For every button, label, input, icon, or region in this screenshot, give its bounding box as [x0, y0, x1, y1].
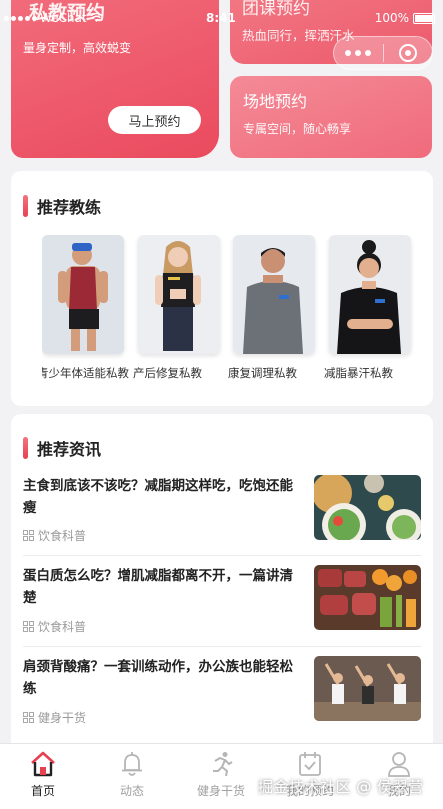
news-item[interactable]: 蛋白质怎么吃？增肌减脂都离不开，一篇讲清楚 饮食科普 — [23, 565, 421, 637]
tab-home[interactable]: 首页 — [3, 750, 83, 799]
status-bar: WeChat 8:41 100% — [0, 0, 443, 36]
section-accent-bar — [23, 195, 28, 217]
status-time: 8:41 — [206, 11, 236, 25]
coach-photo — [42, 235, 124, 354]
coach-name: 康复调理私教 — [228, 366, 297, 380]
calendar-check-icon — [299, 752, 321, 776]
battery-percent: 100% — [374, 11, 409, 25]
section-accent-bar — [23, 437, 28, 459]
runner-icon — [213, 752, 233, 777]
news-tag-label: 健身干货 — [38, 711, 87, 725]
battery: 100% — [375, 11, 435, 25]
coach-card[interactable]: 康复调理私教 — [228, 235, 315, 380]
coach-photo — [329, 235, 411, 354]
coach-name: 减脂暴汗私教 — [324, 366, 393, 380]
coach-card[interactable]: 减脂暴汗私教 — [324, 235, 411, 380]
watermark: 掘金技术社区 @ 侯翠营 — [258, 778, 424, 796]
category-icon — [23, 712, 34, 723]
news-headline: 主食到底该不该吃？减脂期这样吃，吃饱还能瘦 — [23, 478, 293, 516]
carrier: WeChat — [4, 11, 103, 25]
tab-label: 动态 — [119, 784, 144, 798]
news-thumbnail — [314, 475, 421, 540]
coaches-section: 推荐教练 青少年体适能私教 产后修复私教 康复调理私教 减脂暴汗私教 — [11, 171, 433, 406]
news-tag: 健身干货 — [23, 709, 86, 726]
news-headline: 蛋白质怎么吃？增肌减脂都离不开，一篇讲清楚 — [23, 568, 293, 606]
coaches-title: 推荐教练 — [37, 198, 102, 217]
news-divider — [23, 646, 421, 647]
news-divider — [23, 555, 421, 556]
news-tag: 饮食科普 — [23, 618, 86, 635]
bell-icon — [122, 752, 142, 776]
news-header: 推荐资讯 — [23, 436, 101, 460]
category-icon — [23, 530, 34, 541]
news-section: 推荐资讯 主食到底该不该吃？减脂期这样吃，吃饱还能瘦 饮食科普 蛋白质怎么吃？增… — [11, 414, 433, 754]
coaches-header: 推荐教练 — [23, 194, 101, 218]
venue-booking-subtitle: 专属空间，随心畅享 — [243, 122, 352, 136]
tab-label: 首页 — [30, 784, 55, 798]
signal-icon — [4, 15, 37, 21]
venue-booking-card[interactable]: 场地预约 专属空间，随心畅享 — [230, 76, 432, 158]
miniprogram-capsule — [333, 36, 433, 70]
carrier-name: WeChat — [40, 11, 87, 25]
coach-name: 青少年体适能私教 — [42, 366, 129, 380]
coach-name: 产后修复私教 — [133, 366, 202, 380]
news-item[interactable]: 肩颈背酸痛？一套训练动作，办公族也能轻松练 健身干货 — [23, 656, 421, 728]
more-icon[interactable] — [334, 50, 383, 56]
home-icon — [31, 751, 55, 777]
wifi-icon — [89, 13, 103, 22]
category-icon — [23, 621, 34, 632]
news-item[interactable]: 主食到底该不该吃？减脂期这样吃，吃饱还能瘦 饮食科普 — [23, 475, 421, 547]
tab-fitness-tips[interactable]: 健身干货 — [181, 750, 261, 799]
battery-icon — [413, 12, 435, 24]
news-tag: 饮食科普 — [23, 527, 86, 544]
tab-activity[interactable]: 动态 — [92, 750, 172, 799]
coach-card[interactable]: 产后修复私教 — [133, 235, 220, 380]
news-thumbnail — [314, 565, 421, 630]
close-target-icon[interactable] — [383, 44, 432, 62]
coach-photo — [138, 235, 220, 354]
book-now-button[interactable]: 马上预约 — [108, 106, 201, 134]
private-booking-subtitle: 量身定制，高效蜕变 — [23, 41, 132, 55]
coach-card[interactable]: 青少年体适能私教 — [42, 235, 129, 380]
news-tag-label: 饮食科普 — [38, 620, 87, 634]
venue-booking-title: 场地预约 — [243, 92, 308, 111]
tab-label: 健身干货 — [196, 784, 245, 798]
coach-photo — [233, 235, 315, 354]
coach-carousel[interactable]: 青少年体适能私教 产后修复私教 康复调理私教 减脂暴汗私教 — [42, 235, 422, 385]
news-thumbnail — [314, 656, 421, 721]
user-icon — [388, 752, 410, 777]
news-headline: 肩颈背酸痛？一套训练动作，办公族也能轻松练 — [23, 659, 293, 697]
news-tag-label: 饮食科普 — [38, 529, 87, 543]
news-title: 推荐资讯 — [37, 440, 102, 459]
